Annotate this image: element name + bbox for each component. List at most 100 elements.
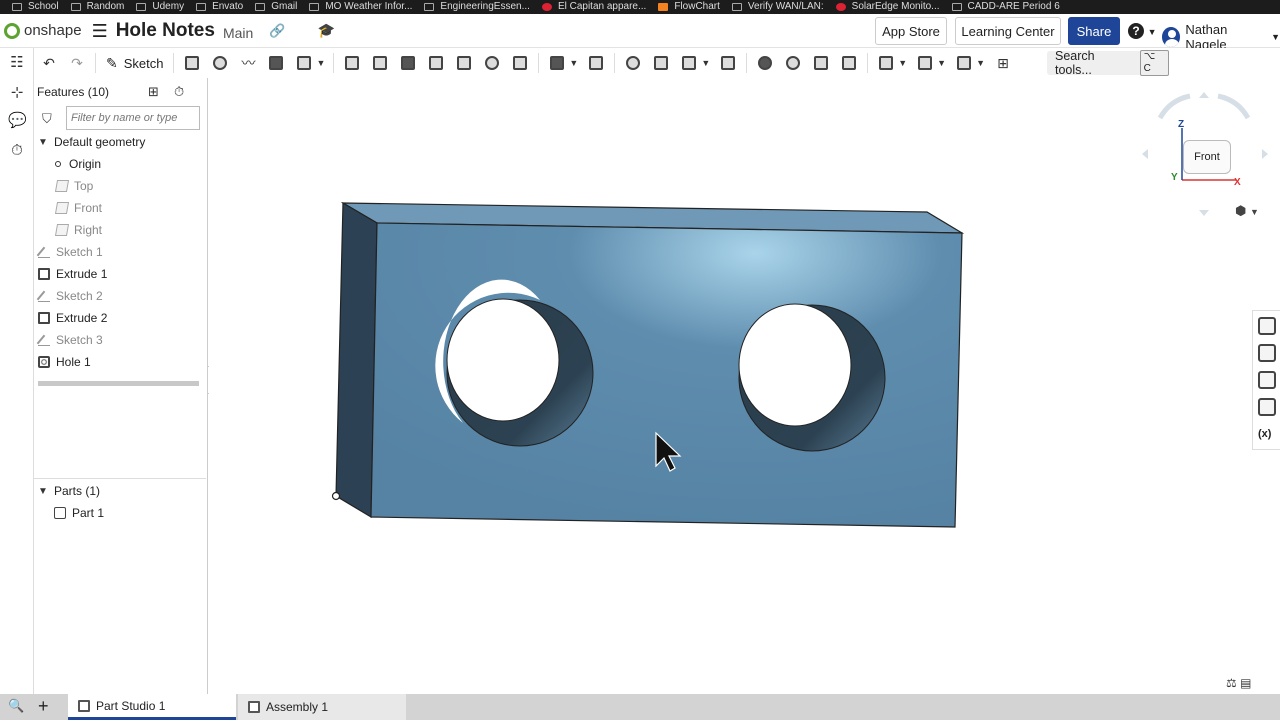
hole-right[interactable] — [738, 303, 886, 452]
pattern-icon[interactable] — [546, 52, 568, 74]
chevron-down-icon[interactable]: ▼ — [898, 58, 907, 68]
comment-icon[interactable]: 💬 — [8, 112, 27, 130]
bookmark-item[interactable]: CADD-ARE Period 6 — [951, 0, 1060, 14]
delete-face-icon[interactable] — [782, 52, 804, 74]
feature-front-plane[interactable]: Front — [34, 197, 206, 219]
timer-icon[interactable]: ⏱ — [8, 142, 26, 160]
graphics-viewport[interactable] — [209, 78, 1280, 694]
bookmark-item[interactable]: Gmail — [255, 0, 297, 14]
insert-icon[interactable]: ⊹ — [8, 84, 26, 102]
part-item[interactable]: Part 1 — [34, 502, 206, 524]
rollback-bar[interactable] — [38, 381, 199, 386]
boolean-icon[interactable] — [622, 52, 644, 74]
hole-icon[interactable] — [481, 52, 503, 74]
model-canvas[interactable] — [209, 78, 1280, 694]
link-icon[interactable]: 🔗 — [269, 23, 285, 39]
bookmark-item[interactable]: EngineeringEssen... — [424, 0, 530, 14]
document-title[interactable]: Hole Notes — [116, 20, 215, 42]
configurations-icon[interactable] — [1258, 371, 1276, 389]
mirror-icon[interactable] — [585, 52, 607, 74]
feature-top-plane[interactable]: Top — [34, 175, 206, 197]
bookmark-item[interactable]: Envato — [196, 0, 243, 14]
move-face-icon[interactable] — [810, 52, 832, 74]
parts-folder[interactable]: ▼ Parts (1) — [34, 480, 206, 502]
bookmark-item[interactable]: SolarEdge Monito... — [835, 0, 940, 14]
add-custom-feature-icon[interactable]: ⊞ — [992, 52, 1014, 74]
filter-icon[interactable]: ⛉ — [42, 111, 52, 127]
bookmark-item[interactable]: School — [12, 0, 59, 14]
cylinder-icon[interactable] — [509, 52, 531, 74]
arrow-left-icon[interactable] — [1142, 149, 1148, 159]
chevron-down-icon[interactable]: ▼ — [701, 58, 710, 68]
filter-input[interactable] — [66, 106, 200, 130]
transform-icon[interactable] — [678, 52, 700, 74]
feature-hole-1[interactable]: Hole 1 — [34, 351, 206, 373]
render-icon[interactable] — [1258, 398, 1276, 416]
search-tools-button[interactable]: Search tools... ⌥ C — [1047, 49, 1169, 77]
plane-icon[interactable] — [875, 52, 897, 74]
chevron-down-icon[interactable]: ▼ — [569, 58, 578, 68]
add-tab-icon[interactable]: + — [38, 696, 49, 717]
mass-properties-icon[interactable] — [1258, 344, 1276, 362]
draft-icon[interactable] — [397, 52, 419, 74]
arrow-down-icon[interactable] — [1199, 210, 1209, 216]
view-cube-front-face[interactable]: Front — [1183, 140, 1231, 174]
sheet-metal-icon[interactable] — [953, 52, 975, 74]
share-button[interactable]: Share — [1068, 17, 1120, 45]
replace-face-icon[interactable] — [838, 52, 860, 74]
menu-icon[interactable]: ☰ — [92, 22, 108, 40]
app-store-button[interactable]: App Store — [875, 17, 947, 45]
thicken-icon[interactable] — [293, 52, 315, 74]
bookmark-item[interactable]: MO Weather Infor... — [309, 0, 412, 14]
chamfer-icon[interactable] — [369, 52, 391, 74]
tab-assembly-1[interactable]: Assembly 1 — [238, 694, 406, 720]
origin-marker[interactable] — [331, 491, 341, 501]
help-menu[interactable]: ? ▼ — [1128, 23, 1157, 39]
revolve-icon[interactable] — [209, 52, 231, 74]
mate-connector-icon[interactable] — [914, 52, 936, 74]
bookmark-item[interactable]: FlowChart — [658, 0, 720, 14]
feature-right-plane[interactable]: Right — [34, 219, 206, 241]
chevron-down-icon[interactable]: ▼ — [38, 486, 50, 497]
split-icon[interactable] — [650, 52, 672, 74]
graduation-cap-icon[interactable]: 🎓 — [318, 22, 335, 39]
search-tabs-icon[interactable]: 🔍 — [8, 698, 24, 714]
units-icon[interactable]: ⚖ ▤ — [1226, 676, 1251, 690]
arrow-up-icon[interactable] — [1199, 92, 1209, 98]
bookmark-item[interactable]: El Capitan appare... — [541, 0, 646, 14]
feature-sketch-1[interactable]: Sketch 1 — [34, 241, 206, 263]
rib-icon[interactable] — [425, 52, 447, 74]
arrow-right-icon[interactable] — [1262, 149, 1268, 159]
extrude-icon[interactable] — [181, 52, 203, 74]
view-mode-cube-icon[interactable]: ⬢ ▼ — [1235, 203, 1259, 219]
variables-icon[interactable]: (x) — [1258, 425, 1276, 443]
feature-list-icon[interactable]: ☷ — [8, 54, 26, 72]
feature-extrude-2[interactable]: Extrude 2 — [34, 307, 206, 329]
appearance-icon[interactable] — [1258, 317, 1276, 335]
sketch-button[interactable]: ✎ Sketch — [106, 55, 163, 72]
chevron-down-icon[interactable]: ▼ — [976, 58, 985, 68]
add-folder-icon[interactable]: ⊞ — [148, 84, 159, 100]
learning-center-button[interactable]: Learning Center — [955, 17, 1061, 45]
bookmark-item[interactable]: Random — [70, 0, 124, 14]
chevron-down-icon[interactable]: ▼ — [937, 58, 946, 68]
bookmark-item[interactable]: Verify WAN/LAN: — [731, 0, 824, 14]
undo-icon[interactable]: ↶ — [38, 52, 60, 74]
chevron-down-icon[interactable]: ▼ — [316, 58, 325, 68]
feature-extrude-1[interactable]: Extrude 1 — [34, 263, 206, 285]
rotate-arrow-left[interactable] — [1157, 93, 1191, 120]
model-side-face[interactable] — [335, 201, 378, 519]
bookmark-item[interactable]: Udemy — [136, 0, 184, 14]
feature-origin[interactable]: Origin — [34, 153, 206, 175]
branch-label[interactable]: Main — [223, 25, 253, 41]
sweep-icon[interactable]: 〰 — [237, 52, 259, 74]
onshape-logo[interactable]: onshape — [4, 22, 82, 39]
rotate-arrow-right[interactable] — [1217, 93, 1251, 120]
panel-divider[interactable] — [34, 478, 206, 479]
chevron-down-icon[interactable]: ▼ — [38, 137, 50, 148]
feature-sketch-2[interactable]: Sketch 2 — [34, 285, 206, 307]
loft-icon[interactable] — [265, 52, 287, 74]
fillet-icon[interactable] — [341, 52, 363, 74]
delete-part-icon[interactable] — [717, 52, 739, 74]
rebuild-timer-icon[interactable]: ⏱ — [174, 84, 184, 100]
